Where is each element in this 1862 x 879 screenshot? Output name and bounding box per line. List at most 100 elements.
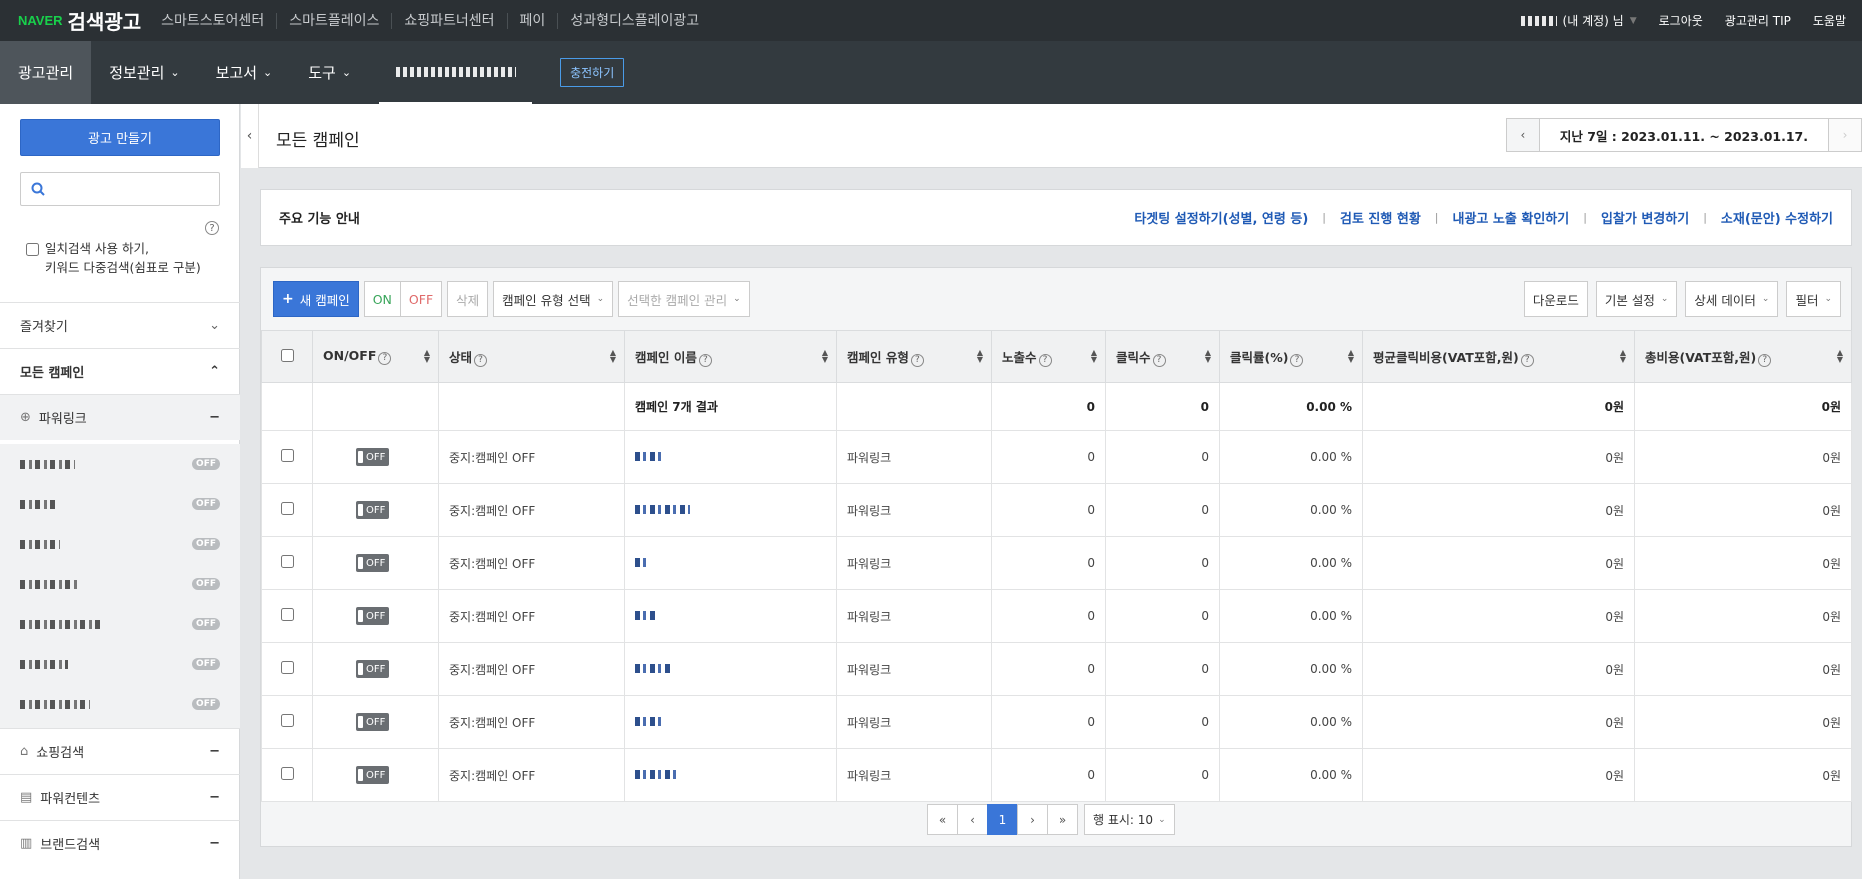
row-checkbox[interactable] [280, 608, 294, 621]
help-icon[interactable]: ? [1758, 353, 1772, 367]
guide-link-targeting[interactable]: 타겟팅 설정하기(성별, 연령 등) [1134, 208, 1308, 227]
collapse-icon[interactable]: − [209, 790, 220, 805]
download-button[interactable]: 다운로드 [1523, 281, 1588, 317]
off-button[interactable]: OFF [400, 281, 443, 317]
help-icon[interactable]: ? [1290, 353, 1304, 367]
next-page-button[interactable]: › [1017, 804, 1048, 835]
row-checkbox[interactable] [280, 449, 294, 462]
sort-icon[interactable]: ▲ ▼ [424, 349, 430, 364]
guide-link-ad-exposure[interactable]: 내광고 노출 확인하기 [1453, 208, 1570, 227]
link-smartplace[interactable]: 스마트플레이스 [276, 12, 391, 29]
search-input[interactable] [51, 175, 211, 203]
nav-tools[interactable]: 도구 ⌄ [290, 41, 369, 104]
last-page-button[interactable]: » [1047, 804, 1078, 835]
help-icon[interactable]: ? [1520, 353, 1534, 367]
collapse-icon[interactable]: − [209, 744, 220, 759]
help-link[interactable]: 도움말 [1813, 12, 1846, 29]
table-row[interactable]: OFF 중지:캠페인 OFF 파워링크 0 0 0.00 % 0원 0원 [261, 483, 1852, 537]
campaign-name-link-masked[interactable] [635, 770, 677, 779]
campaign-type-select[interactable]: 캠페인 유형 선택 ⌄ [493, 281, 614, 317]
list-item[interactable]: OFF [0, 484, 240, 524]
help-icon[interactable]: ? [1152, 353, 1166, 367]
list-item[interactable]: OFF [0, 604, 240, 644]
campaign-onoff-toggle[interactable]: OFF [356, 766, 390, 784]
powercontents-group[interactable]: ▤ 파워컨텐츠 − [0, 774, 240, 820]
favorites-section[interactable]: 즐겨찾기 ⌄ [0, 302, 240, 348]
help-icon[interactable]: ? [1038, 353, 1052, 367]
date-prev-button[interactable]: ‹ [1505, 118, 1540, 152]
logout-link[interactable]: 로그아웃 [1659, 12, 1703, 29]
guide-link-edit-creative[interactable]: 소재(문안) 수정하기 [1721, 208, 1833, 227]
link-display-ads[interactable]: 성과형디스플레이광고 [557, 12, 711, 29]
account-menu[interactable]: (내 계정) 님 ▼ [1520, 12, 1637, 29]
campaign-name-link-masked[interactable] [635, 558, 647, 567]
table-row[interactable]: OFF 중지:캠페인 OFF 파워링크 0 0 0.00 % 0원 0원 [261, 695, 1852, 749]
detail-data-select[interactable]: 상세 데이터 ⌄ [1685, 281, 1779, 317]
rows-per-page-select[interactable]: 행 표시: 10 ⌄ [1084, 804, 1175, 835]
link-pay[interactable]: 페이 [506, 12, 558, 29]
brand-search-group[interactable]: ▥ 브랜드검색 − [0, 820, 240, 866]
page-1-button[interactable]: 1 [987, 804, 1018, 835]
sidebar-collapse-button[interactable]: ‹ [241, 104, 259, 168]
collapse-icon[interactable]: − [209, 836, 220, 851]
filter-select[interactable]: 필터 ⌄ [1786, 281, 1841, 317]
manage-selected-select[interactable]: 선택한 캠페인 관리 ⌄ [618, 281, 750, 317]
header-avg-cpc[interactable]: 평균클릭비용(VAT포함,원)? ▲ ▼ [1362, 330, 1635, 383]
nav-info-management[interactable]: 정보관리 ⌄ [91, 41, 197, 104]
sort-icon[interactable]: ▲ ▼ [1837, 349, 1843, 364]
on-button[interactable]: ON [363, 281, 401, 317]
nav-ad-management[interactable]: 광고관리 [0, 41, 92, 104]
help-icon[interactable]: ? [205, 221, 219, 235]
select-all-checkbox[interactable] [280, 348, 294, 362]
collapse-icon[interactable]: − [209, 410, 220, 425]
table-row[interactable]: OFF 중지:캠페인 OFF 파워링크 0 0 0.00 % 0원 0원 [261, 642, 1852, 696]
table-row[interactable]: OFF 중지:캠페인 OFF 파워링크 0 0 0.00 % 0원 0원 [261, 430, 1852, 484]
nav-reports[interactable]: 보고서 ⌄ [198, 41, 291, 104]
help-icon[interactable]: ? [474, 353, 488, 367]
campaign-onoff-toggle[interactable]: OFF [356, 448, 390, 466]
list-item[interactable]: OFF [0, 684, 240, 724]
campaign-onoff-toggle[interactable]: OFF [356, 607, 390, 625]
campaign-onoff-toggle[interactable]: OFF [356, 660, 390, 678]
link-smartstore[interactable]: 스마트스토어센터 [149, 13, 276, 29]
header-onoff[interactable]: ON/OFF? ▲ ▼ [312, 330, 439, 383]
new-campaign-button[interactable]: + 새 캠페인 [273, 281, 359, 317]
row-checkbox[interactable] [280, 714, 294, 727]
header-clicks[interactable]: 클릭수? ▲ ▼ [1105, 330, 1220, 383]
prev-page-button[interactable]: ‹ [957, 804, 988, 835]
sort-icon[interactable]: ▲ ▼ [1620, 349, 1626, 364]
basic-settings-select[interactable]: 기본 설정 ⌄ [1595, 281, 1678, 317]
date-range-selector[interactable]: 지난 7일 : 2023.01.11. ~ 2023.01.17. [1539, 118, 1828, 152]
all-campaigns-section[interactable]: 모든 캠페인 ⌃ [0, 348, 240, 394]
guide-link-review-status[interactable]: 검토 진행 현황 [1340, 208, 1421, 227]
help-icon[interactable]: ? [910, 353, 924, 367]
guide-link-bid-change[interactable]: 입찰가 변경하기 [1601, 208, 1689, 227]
campaign-name-link-masked[interactable] [635, 717, 665, 726]
campaign-name-link-masked[interactable] [635, 505, 690, 514]
campaign-name-link-masked[interactable] [635, 664, 670, 673]
first-page-button[interactable]: « [927, 804, 958, 835]
table-row[interactable]: OFF 중지:캠페인 OFF 파워링크 0 0 0.00 % 0원 0원 [261, 536, 1852, 590]
sort-icon[interactable]: ▲ ▼ [822, 349, 828, 364]
shopping-group[interactable]: ⌂ 쇼핑검색 − [0, 728, 240, 774]
delete-button[interactable]: 삭제 [447, 281, 489, 317]
header-total-cost[interactable]: 총비용(VAT포함,원)? ▲ ▼ [1634, 330, 1852, 383]
header-campaign-name[interactable]: 캠페인 이름? ▲ ▼ [624, 330, 837, 383]
tip-link[interactable]: 광고관리 TIP [1725, 12, 1791, 29]
list-item[interactable]: OFF [0, 444, 240, 484]
row-checkbox[interactable] [280, 555, 294, 568]
sort-icon[interactable]: ▲ ▼ [1348, 349, 1354, 364]
sort-icon[interactable]: ▲ ▼ [977, 349, 983, 364]
link-shopping-partner[interactable]: 쇼핑파트너센터 [391, 12, 506, 29]
powerlink-group[interactable]: ⊕ 파워링크 − [0, 394, 240, 440]
campaign-name-link-masked[interactable] [635, 452, 663, 461]
table-row[interactable]: OFF 중지:캠페인 OFF 파워링크 0 0 0.00 % 0원 0원 [261, 589, 1852, 643]
create-ad-button[interactable]: 광고 만들기 [20, 119, 220, 156]
list-item[interactable]: OFF [0, 644, 240, 684]
header-ctr[interactable]: 클릭률(%)? ▲ ▼ [1219, 330, 1363, 383]
header-campaign-type[interactable]: 캠페인 유형? ▲ ▼ [836, 330, 992, 383]
list-item[interactable]: OFF [0, 524, 240, 564]
list-item[interactable]: OFF [0, 564, 240, 604]
row-checkbox[interactable] [280, 661, 294, 674]
sort-icon[interactable]: ▲ ▼ [610, 349, 616, 364]
